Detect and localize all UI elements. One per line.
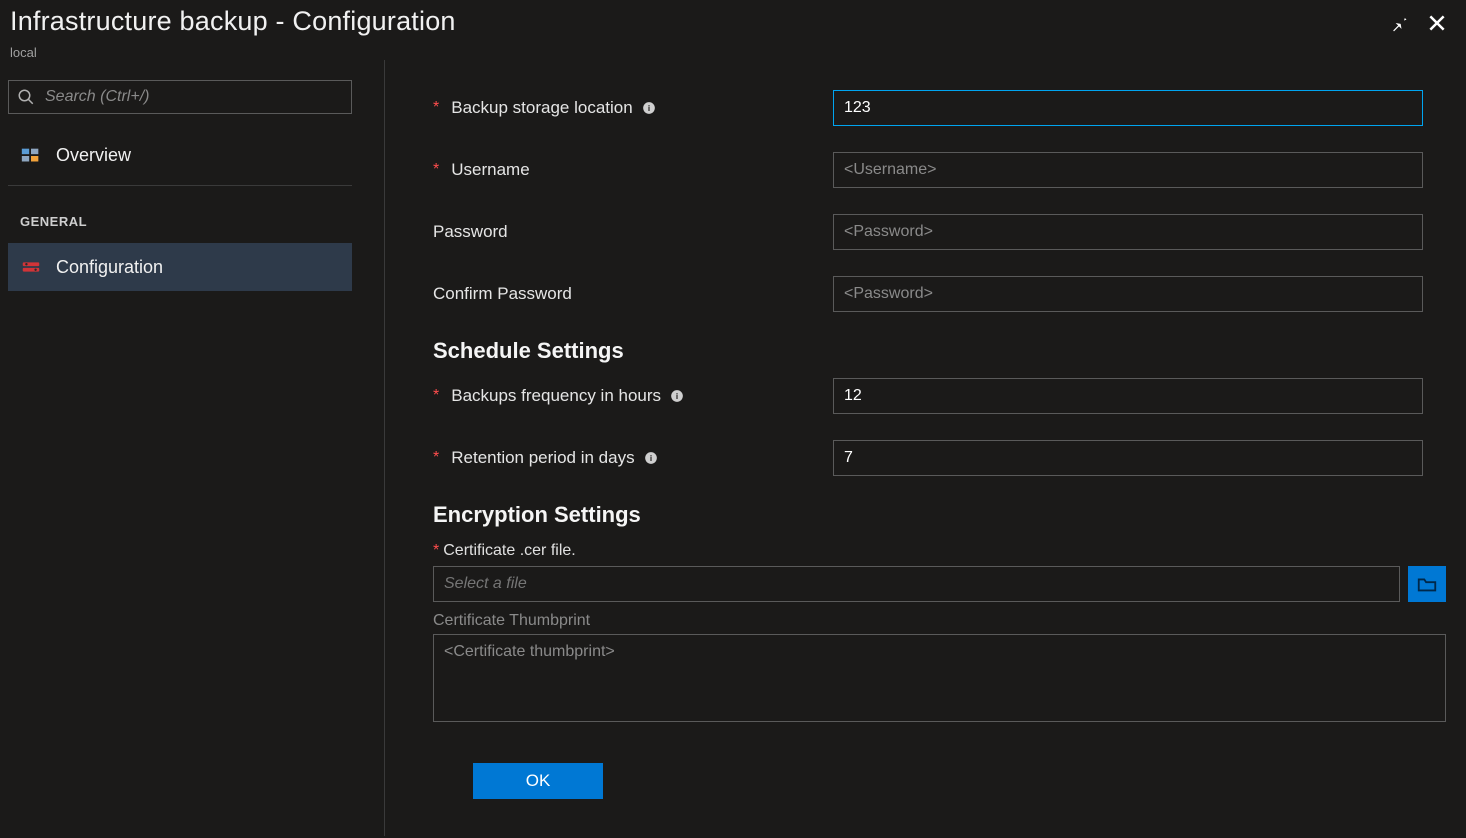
search-icon	[17, 88, 35, 106]
sidebar-item-overview[interactable]: Overview	[8, 132, 352, 186]
required-marker: *	[433, 161, 439, 179]
body: Overview GENERAL Configuration * Backup …	[0, 60, 1466, 836]
svg-text:i: i	[648, 104, 650, 113]
label-username: * Username	[433, 160, 833, 180]
overview-icon	[20, 145, 42, 167]
certificate-file-input[interactable]	[433, 566, 1400, 602]
required-marker: *	[433, 387, 439, 405]
row-password: Password	[433, 214, 1446, 250]
label-frequency: * Backups frequency in hours i	[433, 386, 833, 406]
username-input[interactable]	[833, 152, 1423, 188]
required-marker: *	[433, 449, 439, 467]
browse-file-button[interactable]	[1408, 566, 1446, 602]
main-panel: * Backup storage location i * Username P…	[405, 60, 1466, 836]
label-thumbprint: Certificate Thumbprint	[433, 612, 1446, 630]
certificate-file-row	[433, 566, 1446, 602]
info-icon[interactable]: i	[643, 450, 659, 466]
backup-location-input[interactable]	[833, 90, 1423, 126]
certificate-block: * Certificate .cer file. Certificate Thu…	[433, 542, 1446, 727]
close-button[interactable]	[1424, 10, 1450, 36]
confirm-password-input[interactable]	[833, 276, 1423, 312]
sidebar-item-label: Overview	[56, 145, 131, 166]
sidebar: Overview GENERAL Configuration	[0, 60, 385, 836]
search-box[interactable]	[8, 80, 352, 114]
sidebar-item-configuration[interactable]: Configuration	[8, 243, 352, 291]
action-row: OK	[433, 763, 1446, 799]
page-subtitle: local	[0, 45, 1466, 60]
ok-button[interactable]: OK	[473, 763, 603, 799]
pin-icon	[1389, 13, 1409, 33]
label-password: Password	[433, 222, 833, 242]
row-username: * Username	[433, 152, 1446, 188]
folder-icon	[1416, 573, 1438, 595]
info-icon[interactable]: i	[669, 388, 685, 404]
label-backup-location: * Backup storage location i	[433, 98, 833, 118]
label-retention: * Retention period in days i	[433, 448, 833, 468]
row-frequency: * Backups frequency in hours i	[433, 378, 1446, 414]
section-schedule: Schedule Settings	[433, 338, 1446, 364]
svg-text:i: i	[676, 392, 678, 401]
page-title: Infrastructure backup - Configuration	[10, 6, 456, 37]
pin-button[interactable]	[1386, 10, 1412, 36]
required-marker: *	[433, 542, 439, 560]
row-backup-location: * Backup storage location i	[433, 90, 1446, 126]
blade-root: Infrastructure backup - Configuration lo…	[0, 0, 1466, 838]
blade-title-group: Infrastructure backup - Configuration	[10, 6, 456, 37]
info-icon[interactable]: i	[641, 100, 657, 116]
blade-header: Infrastructure backup - Configuration	[0, 0, 1466, 43]
sidebar-item-label: Configuration	[56, 257, 163, 278]
label-confirm-password: Confirm Password	[433, 284, 833, 304]
required-marker: *	[433, 99, 439, 117]
search-input[interactable]	[45, 88, 343, 106]
section-encryption: Encryption Settings	[433, 502, 1446, 528]
header-actions	[1386, 6, 1450, 36]
retention-input[interactable]	[833, 440, 1423, 476]
row-confirm-password: Confirm Password	[433, 276, 1446, 312]
frequency-input[interactable]	[833, 378, 1423, 414]
thumbprint-input[interactable]	[433, 634, 1446, 722]
sidebar-section-general: GENERAL	[8, 192, 384, 243]
svg-text:i: i	[649, 454, 651, 463]
label-certificate: * Certificate .cer file.	[433, 542, 1446, 560]
row-retention: * Retention period in days i	[433, 440, 1446, 476]
configuration-icon	[20, 256, 42, 278]
password-input[interactable]	[833, 214, 1423, 250]
close-icon	[1427, 13, 1447, 33]
